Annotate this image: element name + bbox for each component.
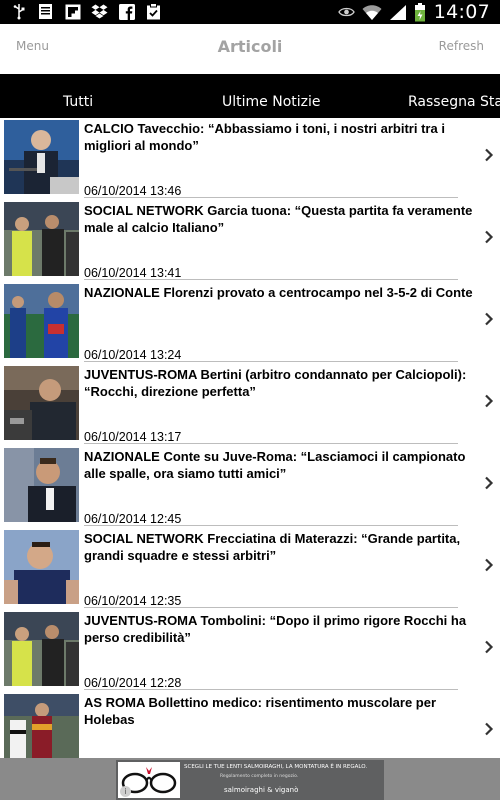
tab-ultime-notizie[interactable]: Ultime Notizie (222, 94, 321, 110)
article-title: NAZIONALE Florenzi provato a centrocampo… (84, 285, 473, 300)
article-date: 06/10/2014 13:24 (84, 348, 182, 362)
chevron-right-icon (485, 476, 494, 490)
clipboard-check-icon (145, 3, 162, 20)
divider (84, 443, 458, 444)
article-item[interactable]: AS ROMA Bollettino medico: risentimento … (0, 692, 500, 758)
facebook-icon (118, 3, 135, 20)
article-thumbnail (4, 120, 79, 194)
article-item[interactable]: CALCIO Tavecchio: “Abbassiamo i toni, i … (0, 118, 500, 200)
system-icons: 14:07 (337, 1, 490, 23)
ad-brand: salmoiraghi & viganò (224, 786, 299, 794)
tab-bar: Tutti Ultime Notizie Rassegna Stampa (0, 74, 500, 118)
ad-subtext: Regolamento completo in negozio. (220, 774, 299, 779)
article-date: 06/10/2014 13:17 (84, 430, 182, 444)
article-title: CALCIO Tavecchio: “Abbassiamo i toni, i … (84, 121, 445, 153)
divider (84, 525, 458, 526)
divider (84, 689, 458, 690)
clock-time: 14:07 (433, 1, 490, 23)
ad-bar: SCEGLI LE TUE LENTI SALMOIRAGHI, LA MONT… (0, 758, 500, 800)
article-title: NAZIONALE Conte su Juve-Roma: “Lasciamoc… (84, 449, 466, 481)
chevron-right-icon (485, 148, 494, 162)
article-date: 06/10/2014 13:46 (84, 184, 182, 198)
article-title: JUVENTUS-ROMA Tombolini: “Dopo il primo … (84, 613, 467, 645)
tab-tutti[interactable]: Tutti (63, 94, 93, 110)
article-thumbnail (4, 448, 79, 522)
article-thumbnail (4, 284, 79, 358)
ad-info-icon[interactable]: i (120, 786, 131, 797)
divider (84, 607, 458, 608)
article-date: 06/10/2014 13:41 (84, 266, 182, 280)
wifi-icon (362, 4, 382, 21)
article-item[interactable]: SOCIAL NETWORK Garcia tuona: “Questa par… (0, 200, 500, 282)
article-title: AS ROMA Bollettino medico: risentimento … (84, 695, 437, 727)
notification-icons (10, 3, 162, 20)
article-title: SOCIAL NETWORK Frecciatina di Materazzi:… (84, 531, 461, 563)
ad-headline: SCEGLI LE TUE LENTI SALMOIRAGHI, LA MONT… (184, 764, 368, 770)
nav-bar: Menu Articoli Refresh (0, 24, 500, 74)
signal-icon (389, 4, 407, 21)
usb-icon (10, 3, 27, 20)
article-item[interactable]: NAZIONALE Conte su Juve-Roma: “Lasciamoc… (0, 446, 500, 528)
menu-button[interactable]: Menu (16, 39, 49, 53)
article-title: SOCIAL NETWORK Garcia tuona: “Questa par… (84, 203, 473, 235)
article-list: CALCIO Tavecchio: “Abbassiamo i toni, i … (0, 118, 500, 758)
article-thumbnail (4, 202, 79, 276)
article-item[interactable]: JUVENTUS-ROMA Tombolini: “Dopo il primo … (0, 610, 500, 692)
flipboard-icon (64, 3, 81, 20)
document-icon (37, 3, 54, 20)
divider (84, 361, 458, 362)
article-thumbnail (4, 366, 79, 440)
page-title: Articoli (217, 37, 283, 56)
article-item[interactable]: SOCIAL NETWORK Frecciatina di Materazzi:… (0, 528, 500, 610)
article-item[interactable]: NAZIONALE Florenzi provato a centrocampo… (0, 282, 500, 364)
article-thumbnail (4, 612, 79, 686)
dropbox-icon (91, 3, 108, 20)
article-date: 06/10/2014 12:45 (84, 512, 182, 526)
article-date: 06/10/2014 12:28 (84, 676, 182, 690)
eye-icon (337, 4, 355, 21)
divider (84, 197, 458, 198)
chevron-right-icon (485, 558, 494, 572)
chevron-right-icon (485, 230, 494, 244)
article-item[interactable]: JUVENTUS-ROMA Bertini (arbitro condannat… (0, 364, 500, 446)
tab-rassegna-stampa[interactable]: Rassegna Stampa (408, 94, 500, 110)
divider (84, 279, 458, 280)
chevron-right-icon (485, 722, 494, 736)
status-bar: 14:07 (0, 0, 500, 24)
article-title: JUVENTUS-ROMA Bertini (arbitro condannat… (84, 367, 467, 399)
chevron-right-icon (485, 394, 494, 408)
article-thumbnail (4, 530, 79, 604)
chevron-right-icon (485, 312, 494, 326)
article-date: 06/10/2014 12:35 (84, 594, 182, 608)
refresh-button[interactable]: Refresh (439, 39, 484, 53)
battery-icon (414, 2, 427, 21)
ad-banner[interactable]: SCEGLI LE TUE LENTI SALMOIRAGHI, LA MONT… (116, 760, 384, 800)
chevron-right-icon (485, 640, 494, 654)
article-thumbnail (4, 694, 79, 758)
